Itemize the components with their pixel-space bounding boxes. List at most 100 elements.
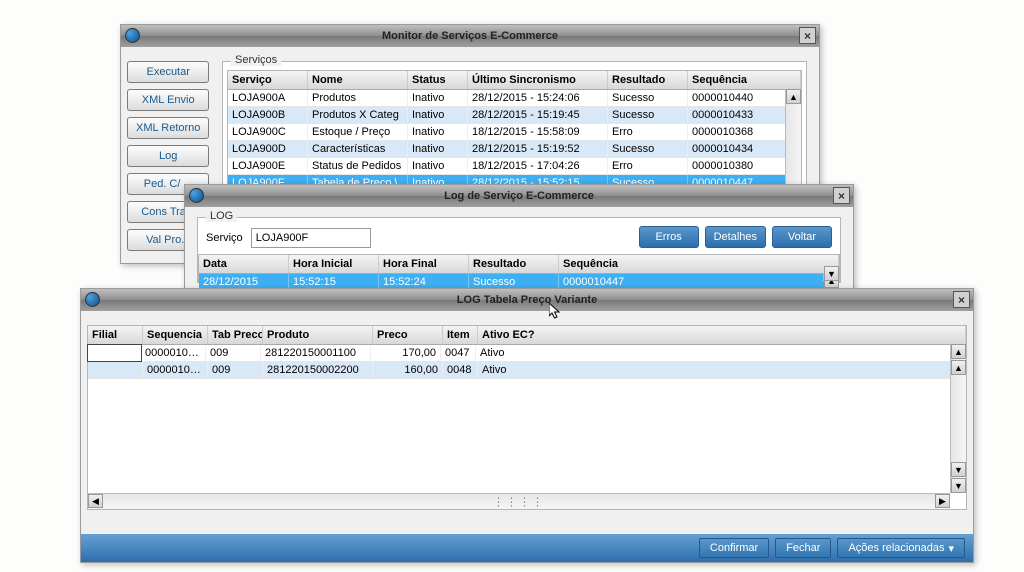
fechar-button[interactable]: Fechar <box>775 538 831 558</box>
cell-preco: 160,00 <box>373 362 443 378</box>
cell-status: Inativo <box>408 158 468 174</box>
cell-produto: 281220150002200 <box>263 362 373 378</box>
cell-item: 0047 <box>441 345 476 361</box>
servico-row: Serviço <box>206 228 371 248</box>
detalhes-button[interactable]: Detalhes <box>705 226 766 248</box>
monitor-title: Monitor de Serviços E-Commerce <box>382 30 558 42</box>
erros-button[interactable]: Erros <box>639 226 699 248</box>
col-sequencia[interactable]: Sequência <box>559 255 839 273</box>
scroll-page-down-icon[interactable]: ▼ <box>951 462 966 477</box>
executar-button[interactable]: Executar <box>127 61 209 83</box>
cell-preco: 170,00 <box>371 345 441 361</box>
chevron-down-icon: ▾ <box>948 542 954 555</box>
acoes-relacionadas-button[interactable]: Ações relacionadas ▾ <box>837 538 965 558</box>
cell-nome: Status de Pedidos <box>308 158 408 174</box>
cell-item: 0048 <box>443 362 478 378</box>
scroll-up-icon[interactable]: ▲ <box>951 344 966 359</box>
tabela-table: Filial Sequencia Tab Preco Produto Preco… <box>87 325 967 510</box>
table-row[interactable]: LOJA900B Produtos X Categ Inativo 28/12/… <box>228 107 801 124</box>
servico-input[interactable] <box>251 228 371 248</box>
close-icon[interactable] <box>799 27 816 44</box>
servicos-thead: Serviço Nome Status Último Sincronismo R… <box>228 71 801 90</box>
cell-status: Inativo <box>408 124 468 140</box>
col-status[interactable]: Status <box>408 71 468 89</box>
cell-tab-preco: 009 <box>208 362 263 378</box>
col-tab-preco[interactable]: Tab Preco <box>208 326 263 344</box>
log-scrollbar[interactable]: ▲ ▼ <box>823 273 839 281</box>
scroll-down-icon[interactable]: ▼ <box>951 478 966 493</box>
col-resultado[interactable]: Resultado <box>469 255 559 273</box>
scroll-up-icon[interactable]: ▲ <box>786 89 801 104</box>
cell-nome: Características <box>308 141 408 157</box>
monitor-titlebar[interactable]: Monitor de Serviços E-Commerce <box>121 25 819 47</box>
log-table: Data Hora Inicial Hora Final Resultado S… <box>198 254 840 282</box>
log-tabela-titlebar[interactable]: LOG Tabela Preço Variante <box>81 289 973 311</box>
scroll-down-icon[interactable]: ▼ <box>824 266 839 281</box>
close-icon[interactable] <box>833 187 850 204</box>
table-row[interactable]: LOJA900A Produtos Inativo 28/12/2015 - 1… <box>228 90 801 107</box>
tabela-scrollbar-v[interactable]: ▲ ▼ ▲ ▼ <box>950 344 966 493</box>
xml-retorno-button[interactable]: XML Retorno <box>127 117 209 139</box>
cell-status: Inativo <box>408 141 468 157</box>
cell-ativo: Ativo <box>476 345 966 361</box>
table-row[interactable]: LOJA900E Status de Pedidos Inativo 18/12… <box>228 158 801 175</box>
cell-ultimo: 18/12/2015 - 17:04:26 <box>468 158 608 174</box>
col-item[interactable]: Item <box>443 326 478 344</box>
log-button[interactable]: Log <box>127 145 209 167</box>
tabela-thead: Filial Sequencia Tab Preco Produto Preco… <box>88 326 966 345</box>
confirmar-button[interactable]: Confirmar <box>699 538 769 558</box>
cell-nome: Produtos <box>308 90 408 106</box>
cell-servico: LOJA900C <box>228 124 308 140</box>
col-sequencia[interactable]: Sequência <box>688 71 801 89</box>
cell-sequencia: 0000010447 <box>143 362 208 378</box>
col-hora-inicial[interactable]: Hora Inicial <box>289 255 379 273</box>
cell-resultado: Sucesso <box>608 107 688 123</box>
cell-servico: LOJA900D <box>228 141 308 157</box>
scroll-left-icon[interactable]: ◀ <box>88 494 103 508</box>
col-sequencia[interactable]: Sequencia <box>143 326 208 344</box>
table-row[interactable]: 0000010447 009 281220150002200 160,00 00… <box>88 362 966 379</box>
cell-servico: LOJA900A <box>228 90 308 106</box>
cell-ultimo: 28/12/2015 - 15:19:45 <box>468 107 608 123</box>
table-row[interactable]: LOJA900D Características Inativo 28/12/2… <box>228 141 801 158</box>
col-filial[interactable]: Filial <box>88 326 143 344</box>
tabela-scrollbar-h[interactable]: ◀ ⋮⋮⋮⋮ ▶ <box>88 493 950 509</box>
col-produto[interactable]: Produto <box>263 326 373 344</box>
cell-status: Inativo <box>408 107 468 123</box>
scroll-right-icon[interactable]: ▶ <box>935 494 950 508</box>
cell-servico: LOJA900E <box>228 158 308 174</box>
tabela-footer: Confirmar Fechar Ações relacionadas ▾ <box>81 534 973 562</box>
log-servico-titlebar[interactable]: Log de Serviço E-Commerce <box>185 185 853 207</box>
log-tabela-window: LOG Tabela Preço Variante Filial Sequenc… <box>80 288 974 563</box>
log-servico-title: Log de Serviço E-Commerce <box>444 190 594 202</box>
cell-ultimo: 28/12/2015 - 15:24:06 <box>468 90 608 106</box>
servicos-legend: Serviços <box>231 54 281 66</box>
cell-resultado: Sucesso <box>608 90 688 106</box>
voltar-button[interactable]: Voltar <box>772 226 832 248</box>
servicos-tbody: LOJA900A Produtos Inativo 28/12/2015 - 1… <box>228 90 801 192</box>
close-icon[interactable] <box>953 291 970 308</box>
col-ativo[interactable]: Ativo EC? <box>478 326 966 344</box>
col-hora-final[interactable]: Hora Final <box>379 255 469 273</box>
xml-envio-button[interactable]: XML Envio <box>127 89 209 111</box>
acoes-label: Ações relacionadas <box>848 542 944 554</box>
cell-sequencia: 0000010447 <box>141 345 206 361</box>
log-thead: Data Hora Inicial Hora Final Resultado S… <box>199 255 839 274</box>
col-ultimo[interactable]: Último Sincronismo <box>468 71 608 89</box>
app-icon <box>125 28 140 43</box>
cell-ultimo: 18/12/2015 - 15:58:09 <box>468 124 608 140</box>
col-nome[interactable]: Nome <box>308 71 408 89</box>
col-data[interactable]: Data <box>199 255 289 273</box>
scroll-page-up-icon[interactable]: ▲ <box>951 360 966 375</box>
table-row[interactable]: LOJA900C Estoque / Preço Inativo 18/12/2… <box>228 124 801 141</box>
cell-nome: Estoque / Preço <box>308 124 408 140</box>
scrollbar-grip-icon[interactable]: ⋮⋮⋮⋮ <box>493 495 545 508</box>
table-row[interactable]: 0000010447 009 281220150001100 170,00 00… <box>88 345 966 362</box>
log-tabela-title: LOG Tabela Preço Variante <box>457 294 597 306</box>
cell-filial[interactable] <box>87 344 142 362</box>
col-resultado[interactable]: Resultado <box>608 71 688 89</box>
cell-servico: LOJA900B <box>228 107 308 123</box>
cell-produto: 281220150001100 <box>261 345 371 361</box>
col-preco[interactable]: Preco <box>373 326 443 344</box>
col-servico[interactable]: Serviço <box>228 71 308 89</box>
